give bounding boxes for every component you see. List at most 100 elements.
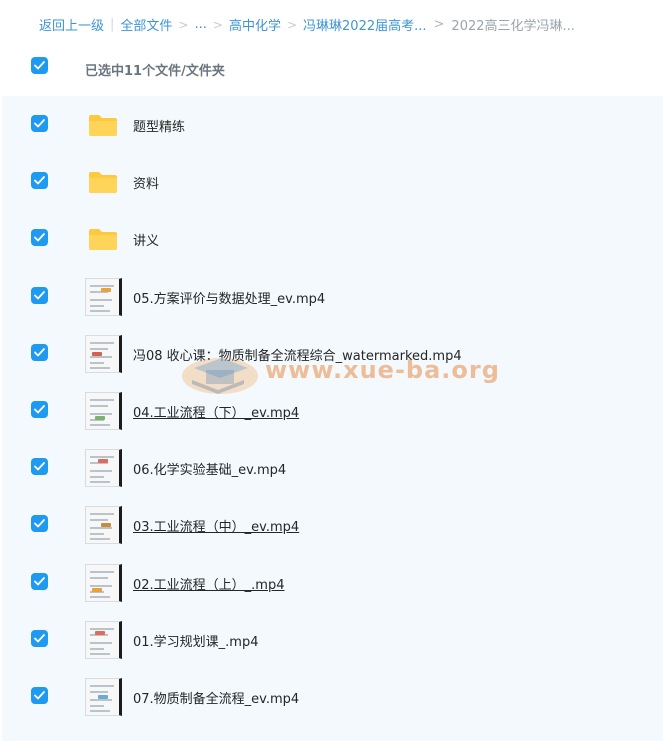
thumbnail-line [90, 705, 104, 707]
file-name[interactable]: 05.方案评价与数据处理_ev.mp4 [133, 288, 325, 307]
checkmark-icon [34, 634, 45, 643]
thumbnail-line [90, 399, 114, 401]
thumbnail-line [90, 481, 110, 483]
chevron-right-icon: > [178, 17, 189, 32]
file-name[interactable]: 06.化学实验基础_ev.mp4 [133, 459, 286, 478]
thumbnail-line [90, 356, 112, 358]
thumbnail-line [90, 577, 108, 579]
checkmark-icon [34, 405, 45, 414]
file-row[interactable]: 04.工业流程（下）_ev.mp4 [2, 382, 663, 439]
file-row[interactable]: 讲义 [2, 210, 663, 267]
thumbnail-line [90, 367, 110, 369]
checkmark-icon [34, 519, 45, 528]
selected-count-label: 已选中11个文件/文件夹 [85, 64, 225, 79]
file-checkbox[interactable] [31, 115, 48, 132]
thumbnail-line [90, 538, 110, 540]
video-thumbnail [85, 278, 122, 316]
folder-icon [88, 113, 118, 137]
breadcrumb-current: 2022高三化学冯琳... [451, 19, 575, 34]
file-name[interactable]: 07.物质制备全流程_ev.mp4 [133, 688, 299, 707]
file-row[interactable]: 冯08 收心课：物质制备全流程综合_watermarked.mp4 [2, 325, 663, 382]
thumbnail-accent [101, 523, 111, 527]
breadcrumb: 返回上一级 | 全部文件 > ... > 高中化学 > 冯琳琳2022届高考..… [39, 15, 575, 34]
thumbnail-line [90, 519, 108, 521]
select-all-checkbox[interactable] [31, 57, 48, 74]
thumbnail-line [90, 470, 112, 472]
thumbnail-line [90, 405, 108, 407]
file-row[interactable]: 资料 [2, 153, 663, 210]
thumbnail-line [90, 348, 108, 350]
file-name[interactable]: 冯08 收心课：物质制备全流程综合_watermarked.mp4 [133, 345, 462, 364]
file-checkbox[interactable] [31, 630, 48, 647]
file-row[interactable]: 05.方案评价与数据处理_ev.mp4 [2, 268, 663, 325]
list-header: 已选中11个文件/文件夹 [0, 48, 663, 88]
thumbnail-line [90, 642, 112, 644]
thumbnail-line [90, 310, 110, 312]
thumbnail-line [90, 299, 112, 301]
chevron-right-icon: > [433, 17, 445, 32]
file-row[interactable]: 07.物质制备全流程_ev.mp4 [2, 668, 663, 725]
breadcrumb-all-files[interactable]: 全部文件 [120, 15, 172, 34]
file-name[interactable]: 04.工业流程（下）_ev.mp4 [133, 402, 299, 421]
file-list: 题型精练资料讲义 05.方案评价与数据处理_ev.mp4 冯08 收心课：物质制备全… [2, 96, 663, 741]
file-checkbox[interactable] [31, 458, 48, 475]
thumbnail-accent [92, 588, 102, 592]
file-name[interactable]: 01.学习规划课_.mp4 [133, 631, 259, 650]
file-name[interactable]: 02.工业流程（上）_.mp4 [133, 574, 285, 593]
file-row[interactable]: 题型精练 [2, 96, 663, 153]
thumbnail-line [90, 533, 104, 535]
file-name[interactable]: 讲义 [133, 230, 159, 249]
file-checkbox[interactable] [31, 172, 48, 189]
checkmark-icon [34, 691, 45, 700]
checkmark-icon [34, 119, 45, 128]
thumbnail-accent [92, 352, 102, 356]
checkmark-icon [34, 577, 45, 586]
thumbnail-accent [95, 631, 105, 635]
thumbnail-line [90, 648, 104, 650]
breadcrumb-ellipsis[interactable]: ... [194, 17, 206, 32]
file-checkbox[interactable] [31, 344, 48, 361]
checkmark-icon [34, 462, 45, 471]
file-name[interactable]: 资料 [133, 173, 159, 192]
file-checkbox[interactable] [31, 687, 48, 704]
thumbnail-line [90, 628, 114, 630]
checkmark-icon [34, 176, 45, 185]
file-name[interactable]: 03.工业流程（中）_ev.mp4 [133, 516, 299, 535]
file-name[interactable]: 题型精练 [133, 116, 185, 135]
chevron-right-icon: > [212, 17, 223, 32]
file-checkbox[interactable] [31, 401, 48, 418]
breadcrumb-level2[interactable]: 冯琳琳2022届高考... [303, 15, 426, 34]
file-row[interactable]: 06.化学实验基础_ev.mp4 [2, 439, 663, 496]
folder-icon [88, 227, 118, 251]
thumbnail-line [90, 342, 114, 344]
thumbnail-line [90, 685, 114, 687]
video-thumbnail [85, 335, 122, 373]
checkmark-icon [34, 61, 45, 70]
file-row[interactable]: 03.工业流程（中）_ev.mp4 [2, 496, 663, 553]
breadcrumb-divider: | [110, 17, 115, 32]
thumbnail-line [90, 362, 104, 364]
back-link[interactable]: 返回上一级 [39, 15, 104, 34]
video-thumbnail [85, 392, 122, 430]
file-checkbox[interactable] [31, 287, 48, 304]
file-checkbox[interactable] [31, 515, 48, 532]
thumbnail-line [90, 710, 110, 712]
file-row[interactable]: 01.学习规划课_.mp4 [2, 611, 663, 668]
chevron-right-icon: > [286, 17, 298, 32]
thumbnail-line [90, 513, 114, 515]
thumbnail-line [90, 571, 114, 573]
file-checkbox[interactable] [31, 229, 48, 246]
breadcrumb-level1[interactable]: 高中化学 [229, 15, 281, 34]
file-row[interactable]: 02.工业流程（上）_.mp4 [2, 554, 663, 611]
file-checkbox[interactable] [31, 573, 48, 590]
thumbnail-accent [98, 695, 108, 699]
checkmark-icon [34, 348, 45, 357]
thumbnail-line [90, 653, 110, 655]
thumbnail-accent [98, 459, 108, 463]
video-thumbnail [85, 621, 122, 659]
thumbnail-line [90, 596, 110, 598]
thumbnail-accent [101, 288, 111, 292]
video-thumbnail [85, 564, 122, 602]
thumbnail-line [90, 527, 112, 529]
folder-icon [88, 170, 118, 194]
